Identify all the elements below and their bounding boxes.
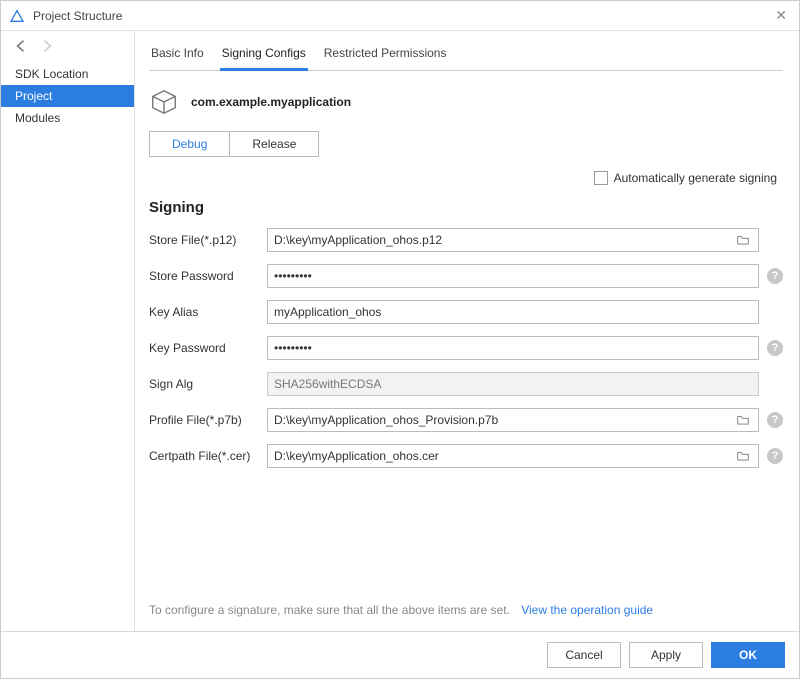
key-password-input[interactable]: ••••••••• [267, 336, 759, 360]
app-logo-icon [9, 8, 25, 24]
auto-sign-checkbox[interactable] [594, 171, 608, 185]
profile-file-help-icon[interactable]: ? [767, 412, 783, 428]
apply-button[interactable]: Apply [629, 642, 703, 668]
store-password-label: Store Password [149, 269, 259, 283]
close-icon[interactable]: ✕ [771, 7, 791, 24]
module-cube-icon [149, 87, 179, 117]
store-file-label: Store File(*.p12) [149, 233, 259, 247]
app-package-name: com.example.myapplication [191, 95, 351, 109]
cancel-button[interactable]: Cancel [547, 642, 621, 668]
operation-guide-link[interactable]: View the operation guide [521, 603, 653, 617]
tab-signing-configs[interactable]: Signing Configs [220, 40, 308, 71]
key-password-help-icon[interactable]: ? [767, 340, 783, 356]
profile-file-label: Profile File(*.p7b) [149, 413, 259, 427]
tabs: Basic Info Signing Configs Restricted Pe… [149, 37, 783, 71]
sidebar-item-modules[interactable]: Modules [1, 107, 134, 129]
signing-section-title: Signing [149, 199, 783, 216]
build-type-tabs: Debug Release [149, 131, 319, 157]
sidebar: SDK Location Project Modules [1, 31, 135, 631]
footer: Cancel Apply OK [1, 631, 799, 678]
build-tab-release[interactable]: Release [229, 132, 318, 156]
profile-file-browse-icon[interactable] [734, 413, 752, 427]
nav-forward-icon [37, 37, 55, 58]
nav-back-icon[interactable] [13, 37, 31, 58]
store-file-browse-icon[interactable] [734, 233, 752, 247]
hint-row: To configure a signature, make sure that… [149, 593, 783, 631]
certpath-file-label: Certpath File(*.cer) [149, 449, 259, 463]
key-password-label: Key Password [149, 341, 259, 355]
main-panel: Basic Info Signing Configs Restricted Pe… [135, 31, 799, 631]
ok-button[interactable]: OK [711, 642, 785, 668]
key-alias-input[interactable]: myApplication_ohos [267, 300, 759, 324]
tab-basic-info[interactable]: Basic Info [149, 40, 206, 71]
hint-text: To configure a signature, make sure that… [149, 603, 510, 617]
key-alias-label: Key Alias [149, 305, 259, 319]
window-title: Project Structure [33, 9, 771, 23]
nav-arrows [1, 31, 134, 63]
certpath-file-help-icon[interactable]: ? [767, 448, 783, 464]
store-password-input[interactable]: ••••••••• [267, 264, 759, 288]
sidebar-item-sdk-location[interactable]: SDK Location [1, 63, 134, 85]
build-tab-debug[interactable]: Debug [150, 132, 229, 156]
profile-file-input[interactable]: D:\key\myApplication_ohos_Provision.p7b [267, 408, 759, 432]
app-header: com.example.myapplication [149, 71, 783, 131]
certpath-file-browse-icon[interactable] [734, 449, 752, 463]
auto-sign-label: Automatically generate signing [614, 171, 777, 185]
store-file-input[interactable]: D:\key\myApplication_ohos.p12 [267, 228, 759, 252]
auto-sign-row: Automatically generate signing [149, 167, 783, 195]
titlebar: Project Structure ✕ [1, 1, 799, 31]
sign-alg-label: Sign Alg [149, 377, 259, 391]
sign-alg-input: SHA256withECDSA [267, 372, 759, 396]
certpath-file-input[interactable]: D:\key\myApplication_ohos.cer [267, 444, 759, 468]
tab-restricted-permissions[interactable]: Restricted Permissions [322, 40, 449, 71]
store-password-help-icon[interactable]: ? [767, 268, 783, 284]
sidebar-item-project[interactable]: Project [1, 85, 134, 107]
